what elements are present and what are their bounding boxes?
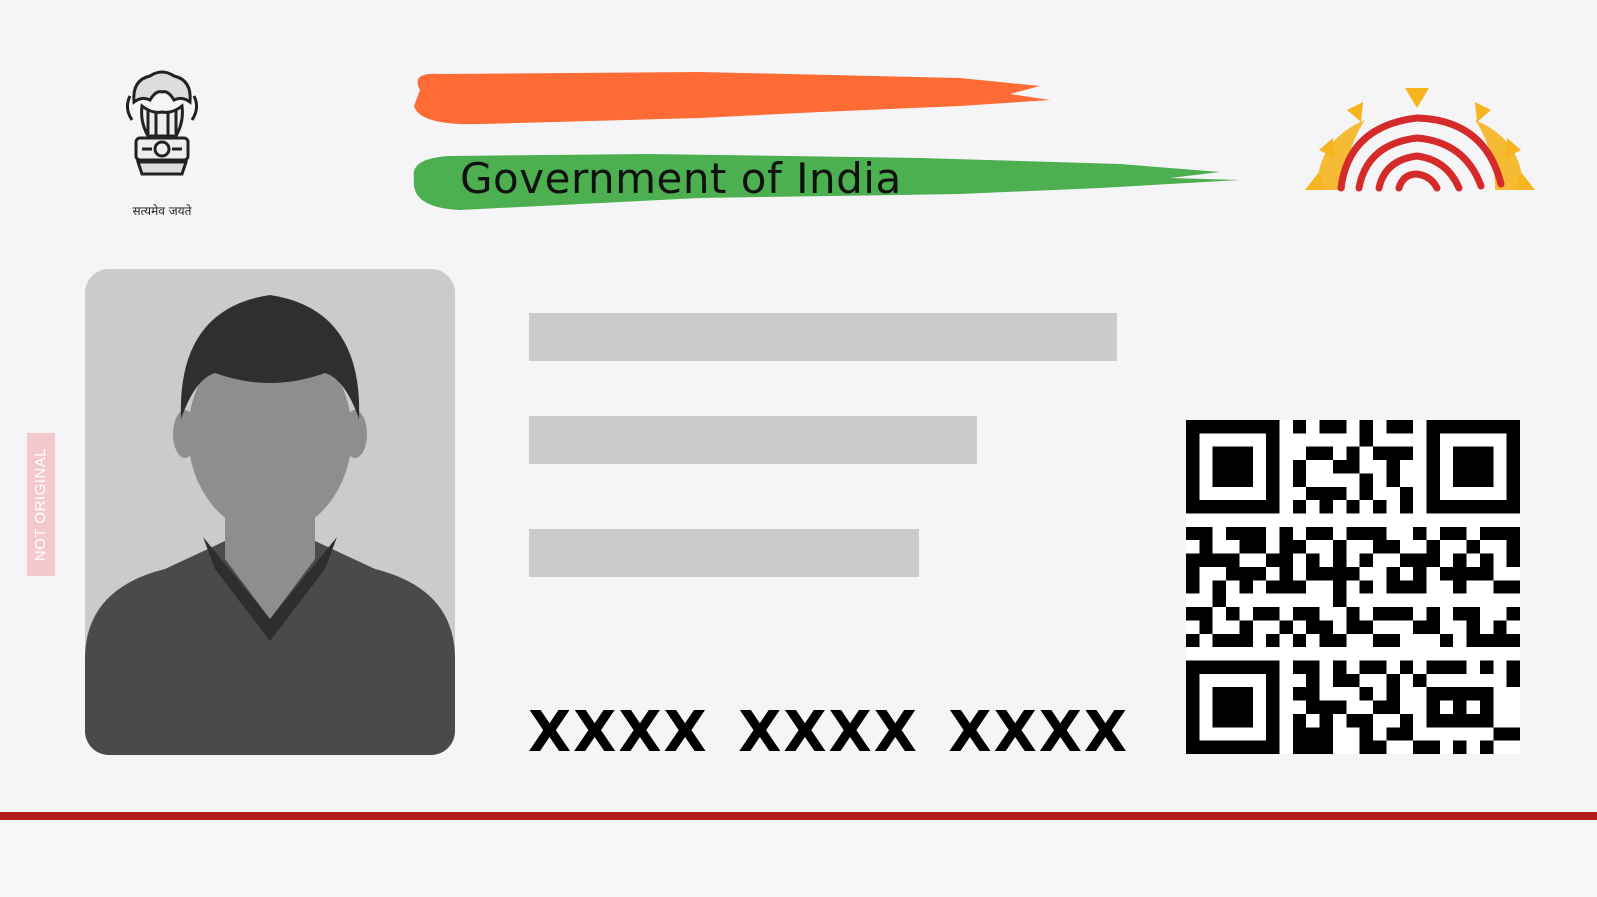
aadhaar-fingerprint-sun-icon [1305, 88, 1535, 192]
aadhaar-number: XXXX XXXX XXXX [528, 700, 1130, 765]
redacted-name-bar [529, 313, 1117, 361]
government-title: Government of India [460, 154, 902, 203]
accent-line [0, 812, 1597, 820]
redacted-dob-bar [529, 416, 977, 464]
emblem-motto: सत्यमेव जयते [132, 204, 192, 218]
saffron-stroke [414, 72, 1050, 125]
not-original-watermark: NOT ORIGINAL [27, 433, 55, 576]
bottom-strip [0, 820, 1597, 897]
state-emblem-icon [125, 70, 199, 176]
aadhaar-card: सत्यमेव जयते Government of India NOT ORI… [0, 0, 1597, 897]
watermark-text: NOT ORIGINAL [32, 447, 50, 562]
redacted-gender-bar [529, 529, 919, 577]
person-placeholder-icon [85, 295, 455, 755]
photo-placeholder [85, 269, 455, 755]
qr-code-icon [1186, 420, 1520, 754]
tricolour-brush-strokes [413, 72, 1240, 210]
